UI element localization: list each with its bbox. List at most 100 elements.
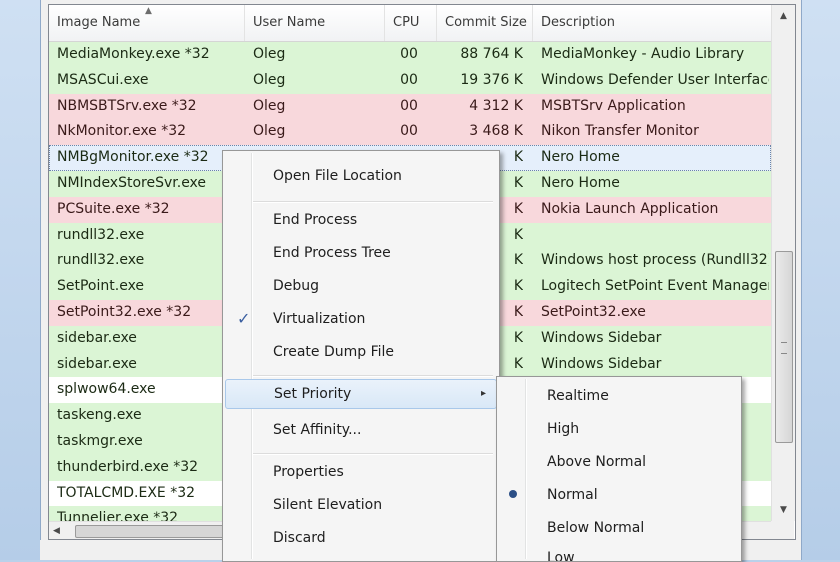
- cell-description: Nokia Launch Application: [541, 200, 719, 217]
- menu-separator: [253, 453, 493, 455]
- menu-item-end-process-tree[interactable]: End Process Tree: [225, 238, 497, 268]
- menu-item-label: Low: [547, 550, 575, 561]
- cell-image-name: taskeng.exe: [57, 407, 142, 424]
- cell-user-name: Oleg: [253, 46, 286, 62]
- priority-item-high[interactable]: High: [499, 414, 739, 444]
- priority-item-normal[interactable]: Normal: [499, 480, 739, 510]
- cell-image-name: thunderbird.exe *32: [57, 458, 199, 475]
- cell-description: Windows host process (Rundll32): [541, 252, 769, 269]
- menu-item-label: Below Normal: [547, 520, 645, 536]
- cell-commit-size: 19 376 K: [460, 71, 523, 88]
- list-header: Image Name ▲ User Name CPU Commit Size D…: [49, 5, 771, 42]
- priority-item-realtime[interactable]: Realtime: [499, 381, 739, 411]
- priority-item-low[interactable]: Low: [499, 543, 739, 561]
- cell-commit-size: 88 764 K: [460, 46, 523, 62]
- cell-image-name: splwow64.exe: [57, 381, 156, 398]
- checkmark-icon: ✓: [237, 309, 251, 328]
- cell-cpu: 00: [400, 46, 418, 62]
- cell-user-name: Oleg: [253, 71, 286, 88]
- table-row[interactable]: MSASCui.exe Oleg 00 19 376 K Windows Defende…: [49, 67, 771, 94]
- scroll-up-icon[interactable]: ▲: [772, 5, 795, 27]
- cell-image-name: MSASCui.exe: [57, 71, 149, 88]
- table-row[interactable]: NBMSBTSrv.exe *32 Oleg 00 4 312 K MSBTSrv Ap…: [49, 93, 771, 120]
- cell-image-name: NkMonitor.exe *32: [57, 123, 187, 140]
- cell-image-name: NMBgMonitor.exe *32: [57, 149, 209, 166]
- scroll-down-icon[interactable]: ▼: [772, 499, 795, 521]
- menu-item-label: Silent Elevation: [273, 497, 383, 513]
- menu-item-properties[interactable]: Properties: [225, 457, 497, 487]
- cell-image-name: NMIndexStoreSvr.exe: [57, 174, 207, 191]
- priority-submenu: Realtime High Above Normal Normal Below …: [496, 376, 742, 562]
- cell-image-name: rundll32.exe: [57, 226, 145, 243]
- cell-image-name: NBMSBTSrv.exe *32: [57, 97, 197, 114]
- menu-item-create-dump-file[interactable]: Create Dump File: [225, 337, 497, 367]
- cell-cpu: 00: [400, 97, 418, 114]
- cell-description: MediaMonkey - Audio Library: [541, 46, 745, 62]
- menu-item-virtualization[interactable]: ✓ Virtualization: [225, 304, 497, 334]
- menu-separator: [253, 201, 493, 203]
- column-header-user-name[interactable]: User Name: [245, 5, 385, 41]
- sort-ascending-icon: ▲: [145, 6, 152, 16]
- grip-icon: [781, 342, 787, 354]
- cell-image-name: taskmgr.exe: [57, 432, 143, 449]
- submenu-arrow-icon: ▸: [480, 388, 486, 399]
- cell-cpu: 00: [400, 123, 418, 140]
- menu-item-debug[interactable]: Debug: [225, 271, 497, 301]
- menu-item-label: Create Dump File: [273, 344, 395, 360]
- menu-item-label: Set Affinity...: [273, 422, 362, 438]
- menu-item-label: Realtime: [547, 388, 609, 404]
- cell-image-name: TOTALCMD.EXE *32: [57, 484, 196, 501]
- cell-description: SetPoint32.exe: [541, 303, 646, 320]
- priority-item-below-normal[interactable]: Below Normal: [499, 513, 739, 543]
- column-label: Image Name: [57, 15, 141, 30]
- menu-item-label: End Process Tree: [273, 245, 391, 261]
- menu-item-end-process[interactable]: End Process: [225, 205, 497, 235]
- vertical-scrollbar[interactable]: ▲ ▼: [771, 5, 795, 521]
- menu-item-label: Discard: [273, 530, 326, 546]
- menu-item-label: End Process: [273, 212, 358, 228]
- cell-image-name: PCSuite.exe *32: [57, 200, 170, 217]
- column-label: Commit Size: [445, 15, 527, 30]
- table-row[interactable]: NkMonitor.exe *32 Oleg 00 3 468 K Nikon Tran…: [49, 119, 771, 146]
- cell-description: Nero Home: [541, 174, 620, 191]
- cell-image-name: sidebar.exe: [57, 329, 137, 346]
- menu-item-set-affinity[interactable]: Set Affinity...: [225, 415, 497, 445]
- cell-image-name: sidebar.exe: [57, 355, 137, 372]
- cell-image-name: rundll32.exe: [57, 252, 145, 269]
- cell-commit-size: 4 312 K: [469, 97, 523, 114]
- priority-item-above-normal[interactable]: Above Normal: [499, 447, 739, 477]
- cell-description: Windows Sidebar: [541, 329, 662, 346]
- cell-description: Windows Sidebar: [541, 355, 662, 372]
- menu-item-label: Above Normal: [547, 454, 647, 470]
- menu-item-silent-elevation[interactable]: Silent Elevation: [225, 490, 497, 520]
- scroll-corner: [771, 521, 794, 539]
- menu-item-open-file-location[interactable]: Open File Location: [225, 161, 497, 191]
- vertical-scroll-thumb[interactable]: [775, 251, 793, 443]
- scroll-left-icon[interactable]: ◀: [53, 522, 69, 539]
- column-label: Description: [541, 15, 616, 30]
- menu-item-discard[interactable]: Discard: [225, 523, 497, 553]
- menu-separator: [253, 375, 493, 377]
- cell-user-name: Oleg: [253, 97, 286, 114]
- cell-cpu: 00: [400, 71, 418, 88]
- cell-description: MSBTSrv Application: [541, 97, 686, 114]
- radio-selected-icon: [509, 490, 517, 498]
- column-header-description[interactable]: Description: [533, 5, 771, 41]
- menu-item-label: High: [547, 421, 580, 437]
- cell-description: Nikon Transfer Monitor: [541, 123, 699, 140]
- process-context-menu: Open File Location End Process End Proce…: [222, 150, 500, 562]
- menu-item-label: Normal: [547, 487, 598, 503]
- menu-item-label: Properties: [273, 464, 344, 480]
- column-label: User Name: [253, 15, 326, 30]
- cell-description: Windows Defender User Interface: [541, 71, 769, 88]
- column-header-commit-size[interactable]: Commit Size: [437, 5, 533, 41]
- column-header-cpu[interactable]: CPU: [385, 5, 437, 41]
- menu-item-set-priority[interactable]: Set Priority ▸: [225, 379, 497, 409]
- horizontal-scroll-thumb[interactable]: [75, 525, 227, 538]
- cell-image-name: MediaMonkey.exe *32: [57, 46, 210, 62]
- cell-description: Nero Home: [541, 149, 620, 166]
- cell-image-name: SetPoint.exe: [57, 278, 145, 295]
- table-row[interactable]: MediaMonkey.exe *32 Oleg 00 88 764 K MediaMo…: [49, 42, 771, 68]
- menu-item-label: Virtualization: [273, 311, 366, 327]
- menu-item-label: Set Priority: [274, 386, 352, 402]
